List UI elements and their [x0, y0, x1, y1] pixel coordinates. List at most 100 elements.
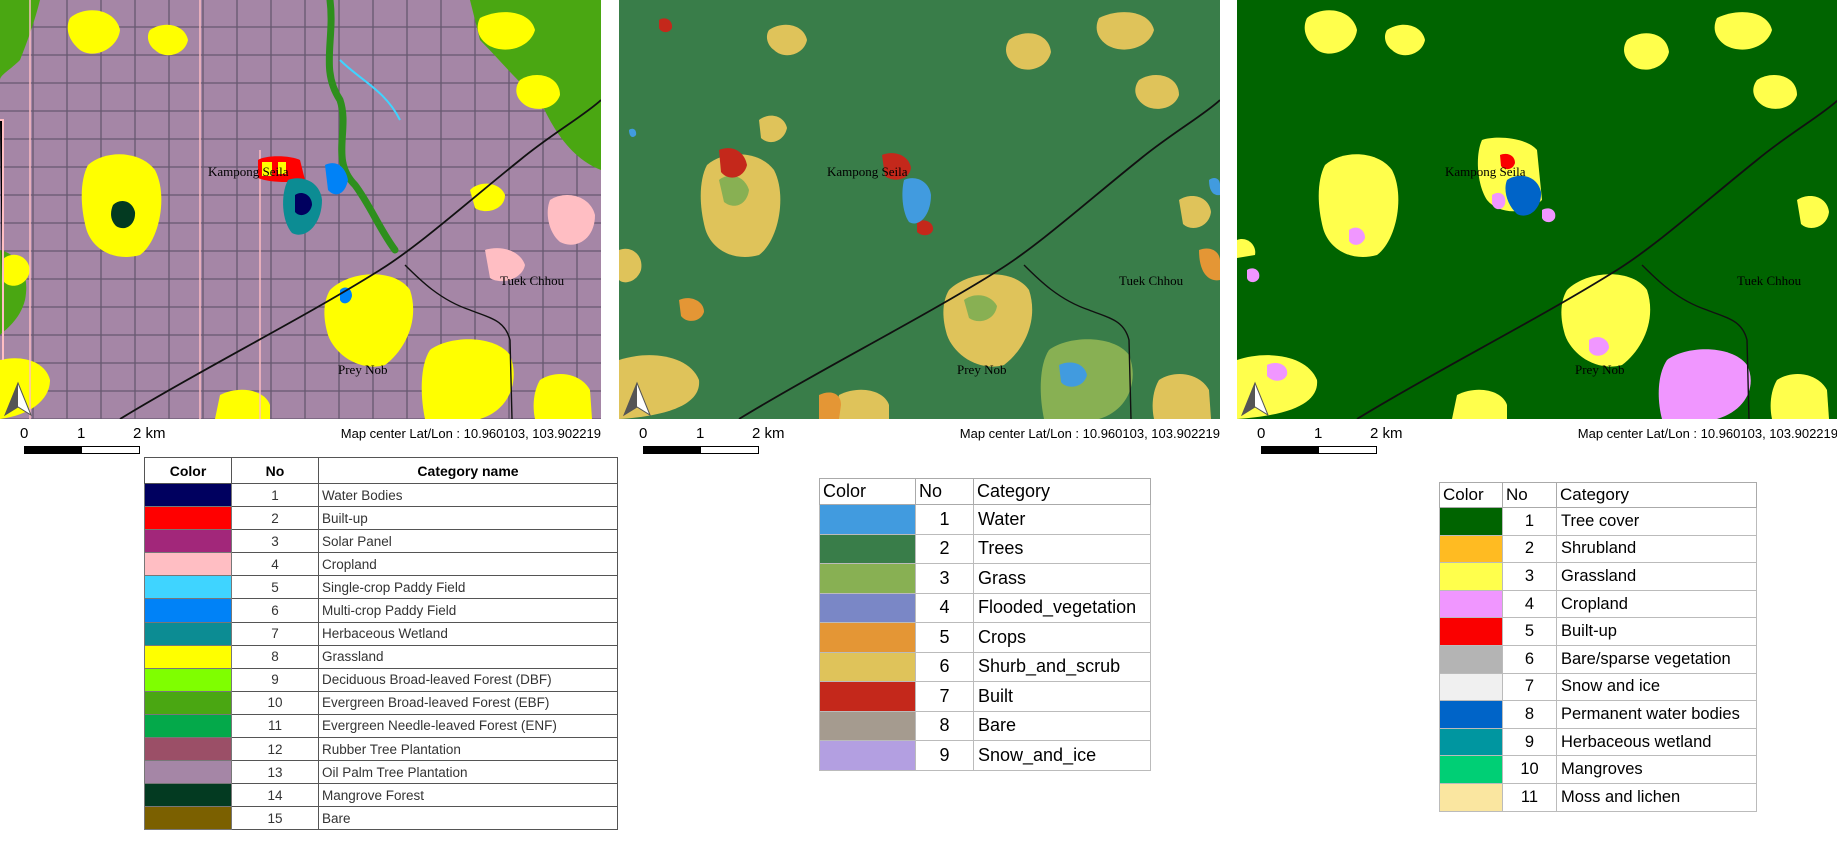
legend-category-name: Shrubland [1556, 534, 1757, 564]
town-label-kampong-seila: Kampong Seila [1445, 164, 1526, 179]
legend-number: 5 [231, 575, 319, 600]
legend-header-row: Color No Category name [144, 457, 618, 484]
legend-row: 13 Oil Palm Tree Plantation [144, 760, 618, 785]
town-label-tuek-chhou: Tuek Chhou [1737, 273, 1802, 288]
legend-color-swatch [144, 713, 232, 739]
legend-number: 6 [1502, 644, 1557, 674]
legend-number: 8 [1502, 700, 1557, 729]
legend-color-swatch [144, 783, 232, 808]
legend-color-swatch [1439, 782, 1503, 812]
legend-number: 2 [915, 533, 974, 564]
legend-category-name: Crops [973, 622, 1151, 653]
legend-row: 2 Trees [819, 533, 1151, 564]
legend-row: 8 Permanent water bodies [1439, 700, 1757, 729]
town-label-kampong-seila: Kampong Seila [827, 164, 908, 179]
town-label-kampong-seila: Kampong Seila [208, 164, 289, 179]
legend-category-name: Permanent water bodies [1556, 700, 1757, 729]
legend-table-2: Color No Category 1 Water 2 Trees 3 Grass 4 Flo… [819, 478, 1151, 771]
legend-color-swatch [1439, 700, 1503, 729]
legend-row: 11 Moss and lichen [1439, 782, 1757, 812]
land-cover-map-3[interactable]: Kampong Seila Tuek Chhou Prey Nob [1237, 0, 1837, 419]
legend-number: 2 [1502, 534, 1557, 564]
legend-number: 4 [231, 552, 319, 577]
legend-category-name: Grass [973, 563, 1151, 594]
legend-table-3: Color No Category 1 Tree cover 2 Shrubland 3… [1439, 482, 1757, 812]
legend-row: 7 Built [819, 681, 1151, 712]
scale-bar: 0 1 2 km [637, 425, 785, 456]
legend-header-category: Category name [318, 457, 618, 484]
scale-label-0: 0 [639, 425, 648, 442]
legend-row: 10 Mangroves [1439, 755, 1757, 784]
legend-color-swatch [819, 592, 916, 623]
legend-category-name: Evergreen Broad-leaved Forest (EBF) [318, 690, 618, 715]
legend-category-name: Mangrove Forest [318, 783, 618, 808]
legend-category-name: Deciduous Broad-leaved Forest (DBF) [318, 667, 618, 692]
legend-number: 7 [231, 621, 319, 646]
legend-number: 10 [1502, 755, 1557, 784]
legend-color-swatch [819, 740, 916, 771]
legend-category-name: Bare/sparse vegetation [1556, 644, 1757, 674]
map-center-label: Map center Lat/Lon : 10.960103, 103.9022… [959, 426, 1220, 441]
legend-color-swatch [1439, 727, 1503, 757]
legend-color-swatch [819, 681, 916, 712]
scale-label-1: 1 [77, 425, 86, 442]
town-label-prey-nob: Prey Nob [957, 362, 1006, 377]
legend-row: 1 Tree cover [1439, 507, 1757, 536]
legend-row: 9 Herbaceous wetland [1439, 727, 1757, 757]
legend-category-name: Cropland [318, 552, 618, 577]
land-cover-map-1[interactable]: Kampong Seila Tuek Chhou Prey Nob [0, 0, 601, 419]
legend-category-name: Tree cover [1556, 507, 1757, 536]
legend-row: 3 Grassland [1439, 562, 1757, 591]
legend-row: 5 Built-up [1439, 617, 1757, 646]
legend-row: 11 Evergreen Needle-leaved Forest (ENF) [144, 713, 618, 739]
legend-number: 3 [1502, 562, 1557, 591]
legend-color-swatch [819, 710, 916, 741]
legend-row: 15 Bare [144, 806, 618, 831]
legend-category-name: Water Bodies [318, 482, 618, 508]
legend-row: 1 Water Bodies [144, 482, 618, 508]
legend-category-name: Snow_and_ice [973, 740, 1151, 771]
scale-bar-graphic [1261, 446, 1377, 454]
legend-row: 9 Snow_and_ice [819, 740, 1151, 771]
scale-label-2: 2 km [752, 425, 785, 442]
legend-category-name: Oil Palm Tree Plantation [318, 760, 618, 785]
legend-row: 12 Rubber Tree Plantation [144, 737, 618, 762]
legend-row: 4 Cropland [144, 552, 618, 577]
legend-number: 3 [231, 529, 319, 554]
map-2-canvas: Kampong Seila Tuek Chhou Prey Nob [619, 0, 1220, 419]
legend-body: 1 Water 2 Trees 3 Grass 4 Flooded_vegetation 5 Cr… [819, 504, 1151, 771]
legend-header-no: No [915, 478, 974, 505]
scale-label-1: 1 [1314, 425, 1323, 442]
legend-row: 7 Snow and ice [1439, 672, 1757, 702]
legend-body: 1 Water Bodies 2 Built-up 3 Solar Panel 4 Cropl… [144, 482, 618, 831]
legend-color-swatch [144, 482, 232, 508]
legend-number: 8 [915, 710, 974, 741]
legend-category-name: Multi-crop Paddy Field [318, 598, 618, 623]
legend-color-swatch [819, 651, 916, 682]
legend-header-category: Category [973, 478, 1151, 505]
legend-number: 7 [1502, 672, 1557, 702]
legend-row: 14 Mangrove Forest [144, 783, 618, 808]
legend-row: 6 Multi-crop Paddy Field [144, 598, 618, 623]
legend-color-swatch [144, 806, 232, 831]
legend-category-name: Rubber Tree Plantation [318, 737, 618, 762]
legend-row: 5 Single-crop Paddy Field [144, 575, 618, 600]
town-label-prey-nob: Prey Nob [338, 362, 387, 377]
legend-number: 15 [231, 806, 319, 831]
legend-color-swatch [819, 563, 916, 594]
legend-number: 4 [1502, 589, 1557, 619]
legend-color-swatch [144, 737, 232, 762]
legend-row: 6 Shurb_and_scrub [819, 651, 1151, 682]
legend-row: 1 Water [819, 504, 1151, 535]
legend-row: 3 Grass [819, 563, 1151, 594]
legend-category-name: Mangroves [1556, 755, 1757, 784]
land-cover-map-2[interactable]: Kampong Seila Tuek Chhou Prey Nob [619, 0, 1220, 419]
legend-number: 10 [231, 690, 319, 715]
legend-color-swatch [144, 575, 232, 600]
legend-number: 2 [231, 506, 319, 531]
town-label-prey-nob: Prey Nob [1575, 362, 1624, 377]
legend-category-name: Evergreen Needle-leaved Forest (ENF) [318, 713, 618, 739]
legend-category-name: Grassland [1556, 562, 1757, 591]
legend-color-swatch [1439, 617, 1503, 646]
legend-color-swatch [1439, 507, 1503, 536]
